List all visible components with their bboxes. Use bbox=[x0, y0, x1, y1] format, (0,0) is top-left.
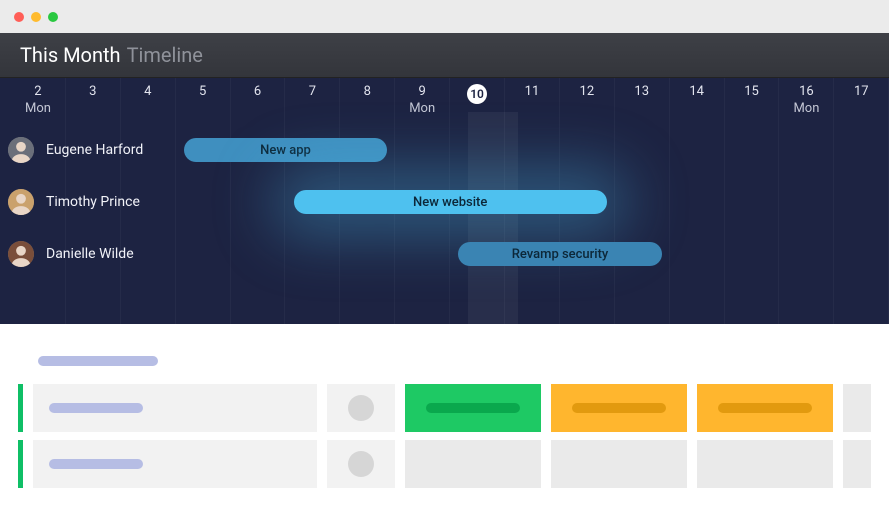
day-column[interactable]: 17 bbox=[834, 78, 889, 124]
placeholder-text bbox=[49, 403, 143, 413]
close-icon[interactable] bbox=[14, 12, 24, 22]
day-number: 17 bbox=[854, 84, 869, 99]
placeholder-text bbox=[426, 403, 520, 413]
day-column[interactable]: 5 bbox=[176, 78, 231, 124]
day-number: 10 bbox=[467, 84, 487, 104]
day-number: 6 bbox=[254, 84, 261, 99]
day-of-week: Mon bbox=[409, 101, 435, 116]
row-name-cell bbox=[33, 384, 317, 432]
status-cell[interactable] bbox=[551, 440, 687, 488]
status-cell[interactable] bbox=[843, 384, 871, 432]
avatar-placeholder bbox=[348, 451, 374, 477]
skeleton-list bbox=[0, 324, 889, 488]
status-cell[interactable] bbox=[405, 440, 541, 488]
day-number: 4 bbox=[144, 84, 151, 99]
day-column[interactable]: 10 bbox=[450, 78, 505, 124]
timeline: 2 Mon 3 4 5 6 7 8 9 Mon 10 11 12 13 14 15 16 Mon 17 Eugene… bbox=[0, 78, 889, 324]
avatar-placeholder bbox=[348, 395, 374, 421]
day-number: 11 bbox=[525, 84, 540, 99]
status-cell[interactable] bbox=[697, 384, 833, 432]
skeleton-title bbox=[38, 356, 158, 366]
day-column[interactable]: 14 bbox=[670, 78, 725, 124]
user-name: Danielle Wilde bbox=[46, 246, 134, 262]
row-avatar-cell bbox=[327, 440, 395, 488]
list-item[interactable] bbox=[18, 384, 871, 432]
day-column[interactable]: 9 Mon bbox=[395, 78, 450, 124]
timeline-row: Danielle Wilde Revamp security bbox=[0, 228, 889, 280]
task-bar[interactable]: Revamp security bbox=[458, 242, 662, 266]
placeholder-text bbox=[718, 403, 812, 413]
day-header-strip: 2 Mon 3 4 5 6 7 8 9 Mon 10 11 12 13 14 15 16 Mon 17 bbox=[0, 78, 889, 124]
page-title: This Month bbox=[20, 43, 121, 67]
placeholder-text bbox=[49, 459, 143, 469]
status-cell[interactable] bbox=[551, 384, 687, 432]
row-name-cell bbox=[33, 440, 317, 488]
day-column[interactable]: 13 bbox=[615, 78, 670, 124]
row-accent bbox=[18, 440, 23, 488]
avatar[interactable] bbox=[8, 137, 34, 163]
day-number: 2 bbox=[34, 84, 41, 99]
avatar[interactable] bbox=[8, 189, 34, 215]
day-number: 13 bbox=[634, 84, 649, 99]
placeholder-text bbox=[572, 403, 666, 413]
day-column[interactable]: 4 bbox=[121, 78, 176, 124]
day-number: 14 bbox=[689, 84, 704, 99]
status-cell[interactable] bbox=[843, 440, 871, 488]
list-item[interactable] bbox=[18, 440, 871, 488]
day-number: 5 bbox=[199, 84, 206, 99]
avatar[interactable] bbox=[8, 241, 34, 267]
user-name: Eugene Harford bbox=[46, 142, 143, 158]
day-of-week: Mon bbox=[793, 101, 819, 116]
minimize-icon[interactable] bbox=[31, 12, 41, 22]
day-number: 15 bbox=[744, 84, 759, 99]
day-column[interactable]: 12 bbox=[560, 78, 615, 124]
day-column[interactable]: 2 Mon bbox=[11, 78, 66, 124]
day-number: 16 bbox=[799, 84, 814, 99]
day-column[interactable]: 15 bbox=[725, 78, 780, 124]
timeline-row: Eugene Harford New app bbox=[0, 124, 889, 176]
timeline-row: Timothy Prince New website bbox=[0, 176, 889, 228]
status-cell[interactable] bbox=[405, 384, 541, 432]
task-bar[interactable]: New website bbox=[294, 190, 607, 214]
day-column[interactable]: 7 bbox=[285, 78, 340, 124]
day-column[interactable]: 11 bbox=[505, 78, 560, 124]
day-number: 12 bbox=[580, 84, 595, 99]
status-cell[interactable] bbox=[697, 440, 833, 488]
timeline-rows: Eugene Harford New app Timothy Prince New w… bbox=[0, 124, 889, 280]
task-bar[interactable]: New app bbox=[184, 138, 388, 162]
user-name: Timothy Prince bbox=[46, 194, 140, 210]
day-column[interactable]: 16 Mon bbox=[779, 78, 834, 124]
day-column[interactable]: 3 bbox=[66, 78, 121, 124]
row-avatar-cell bbox=[327, 384, 395, 432]
fullscreen-icon[interactable] bbox=[48, 12, 58, 22]
page-header: This Month Timeline bbox=[0, 33, 889, 78]
day-column[interactable]: 6 bbox=[231, 78, 286, 124]
day-number: 9 bbox=[419, 84, 426, 99]
day-number: 7 bbox=[309, 84, 316, 99]
day-column[interactable]: 8 bbox=[340, 78, 395, 124]
window-titlebar bbox=[0, 0, 889, 33]
day-of-week: Mon bbox=[25, 101, 51, 116]
day-number: 3 bbox=[89, 84, 96, 99]
row-accent bbox=[18, 384, 23, 432]
page-subtitle: Timeline bbox=[127, 43, 203, 67]
day-number: 8 bbox=[364, 84, 371, 99]
